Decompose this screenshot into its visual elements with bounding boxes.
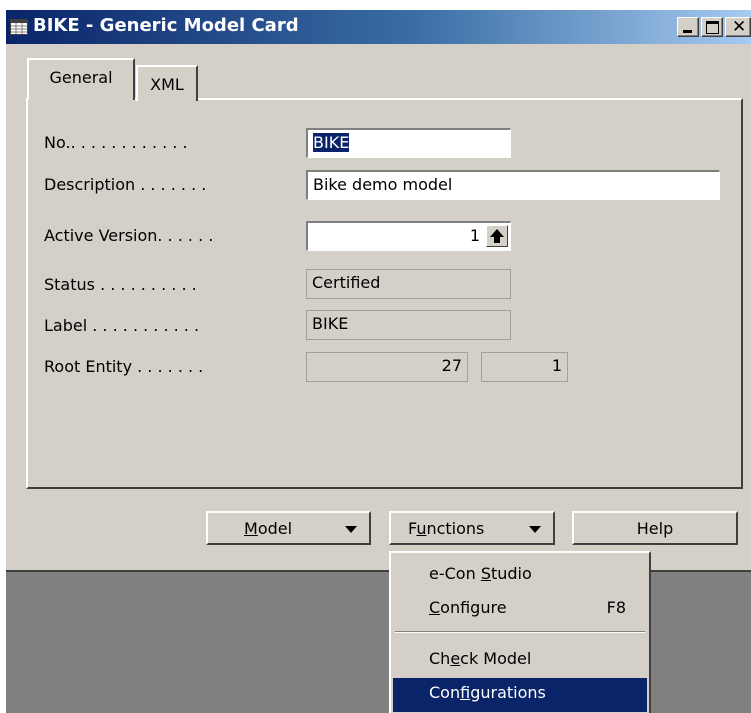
functions-button-accesskey: u (416, 519, 427, 538)
close-icon: ✕ (732, 17, 747, 37)
root-entity-value: 27 (441, 356, 462, 375)
maximize-button[interactable] (701, 17, 723, 37)
functions-menu: e-Con Studio Configure F8 Check Model Co… (389, 551, 651, 713)
tab-general[interactable]: General (27, 58, 135, 100)
label-label: Label . . . . . . . . . . . (44, 316, 200, 335)
menu-item-configure[interactable]: Configure F8 (393, 593, 647, 627)
minimize-button[interactable] (677, 17, 699, 37)
model-button[interactable]: Model (206, 511, 371, 545)
tab-xml-label: XML (150, 75, 184, 94)
menu-item-configurations-label-pre: Con (429, 683, 461, 702)
tab-xml[interactable]: XML (136, 65, 198, 101)
functions-button[interactable]: Functions (389, 511, 555, 545)
label-field: BIKE (306, 310, 511, 340)
dropdown-arrow-icon (345, 526, 357, 533)
description-field[interactable]: Bike demo model (306, 170, 720, 200)
title-bar[interactable]: BIKE - Generic Model Card ✕ (6, 10, 751, 44)
menu-item-configure-shortcut: F8 (606, 598, 626, 617)
tab-general-label: General (49, 68, 113, 87)
status-label: Status . . . . . . . . . . (44, 275, 197, 294)
menu-item-econ-studio[interactable]: e-Con Studio (393, 559, 647, 593)
help-button[interactable]: Help (572, 511, 738, 545)
root-entity-version-value: 1 (551, 356, 562, 375)
table-card-icon (10, 19, 28, 35)
functions-button-label-post: nctions (426, 519, 485, 538)
menu-item-configurations-label-post: igurations (470, 683, 546, 702)
no-value: BIKE (313, 133, 350, 152)
menu-item-check-model[interactable]: Check Model (393, 644, 647, 678)
description-value: Bike demo model (313, 175, 453, 194)
active-version-label: Active Version. . . . . . (44, 226, 214, 245)
menu-item-check-model-accesskey: e (450, 649, 461, 668)
description-label: Description . . . . . . . (44, 175, 207, 194)
menu-item-econ-studio-label-pre: e-Con (429, 564, 481, 583)
root-entity-label: Root Entity . . . . . . . (44, 357, 204, 376)
lookup-button[interactable] (486, 225, 508, 247)
menu-item-check-model-label-pre: Ch (429, 649, 451, 668)
active-version-value: 1 (469, 226, 480, 245)
active-version-field[interactable]: 1 (306, 221, 511, 251)
menu-item-configure-label-post: onfigure (440, 598, 507, 617)
no-field[interactable]: BIKE (306, 128, 511, 158)
root-entity-field: 27 (306, 352, 468, 382)
close-button[interactable]: ✕ (725, 17, 751, 37)
menu-separator (395, 631, 645, 633)
model-button-accesskey: M (244, 519, 258, 538)
no-label: No.. . . . . . . . . . . . (44, 133, 188, 152)
menu-item-configurations-accesskey: f (460, 683, 471, 702)
menu-item-econ-studio-label-post: tudio (490, 564, 532, 583)
help-button-label: Help (636, 519, 674, 538)
menu-item-configurations[interactable]: Configurations (393, 678, 647, 712)
status-field: Certified (306, 269, 511, 299)
menu-item-configure-accesskey: C (429, 598, 441, 617)
dropdown-arrow-icon (529, 526, 541, 533)
up-arrow-icon (490, 229, 504, 243)
window-title: BIKE - Generic Model Card (33, 15, 299, 36)
menu-item-econ-studio-accesskey: S (480, 564, 491, 583)
menu-item-check-model-label-post: ck Model (460, 649, 532, 668)
root-entity-version-field: 1 (481, 352, 568, 382)
model-button-label-post: odel (257, 519, 293, 538)
label-value: BIKE (312, 314, 349, 333)
status-value: Certified (312, 273, 381, 292)
